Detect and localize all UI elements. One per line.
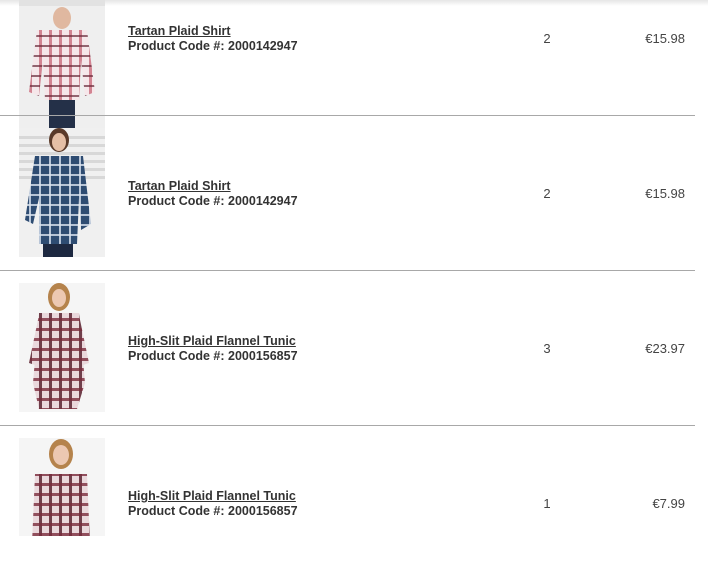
price-value: €15.98: [645, 31, 685, 46]
product-title-link[interactable]: Tartan Plaid Shirt: [128, 179, 231, 193]
quantity-value: 2: [543, 186, 551, 201]
product-title-link[interactable]: Tartan Plaid Shirt: [128, 24, 231, 38]
cart-item-row: High-Slit Plaid Flannel Tunic Product Co…: [0, 426, 708, 581]
product-thumbnail[interactable]: [19, 0, 105, 129]
red-plaid-tunic-image: [19, 438, 105, 536]
product-code: Product Code #: 2000142947: [128, 194, 298, 208]
product-thumbnail[interactable]: [19, 128, 105, 257]
blue-plaid-shirt-image: [19, 128, 105, 257]
product-title-link[interactable]: High-Slit Plaid Flannel Tunic: [128, 489, 296, 503]
product-title-link[interactable]: High-Slit Plaid Flannel Tunic: [128, 334, 296, 348]
quantity-value: 1: [543, 496, 551, 511]
pink-plaid-shirt-image: [19, 0, 105, 129]
product-code: Product Code #: 2000142947: [128, 39, 298, 53]
price-value: €7.99: [652, 496, 685, 511]
product-thumbnail[interactable]: [19, 438, 105, 536]
red-plaid-tunic-image: [19, 283, 105, 412]
price-value: €15.98: [645, 186, 685, 201]
quantity-value: 2: [543, 31, 551, 46]
product-code: Product Code #: 2000156857: [128, 504, 298, 518]
quantity-value: 3: [543, 341, 551, 356]
cart-item-row: Tartan Plaid Shirt Product Code #: 20001…: [0, 0, 708, 131]
product-code: Product Code #: 2000156857: [128, 349, 298, 363]
cart-item-row: Tartan Plaid Shirt Product Code #: 20001…: [0, 116, 708, 271]
price-value: €23.97: [645, 341, 685, 356]
product-thumbnail[interactable]: [19, 283, 105, 412]
cart-item-row: High-Slit Plaid Flannel Tunic Product Co…: [0, 271, 708, 426]
